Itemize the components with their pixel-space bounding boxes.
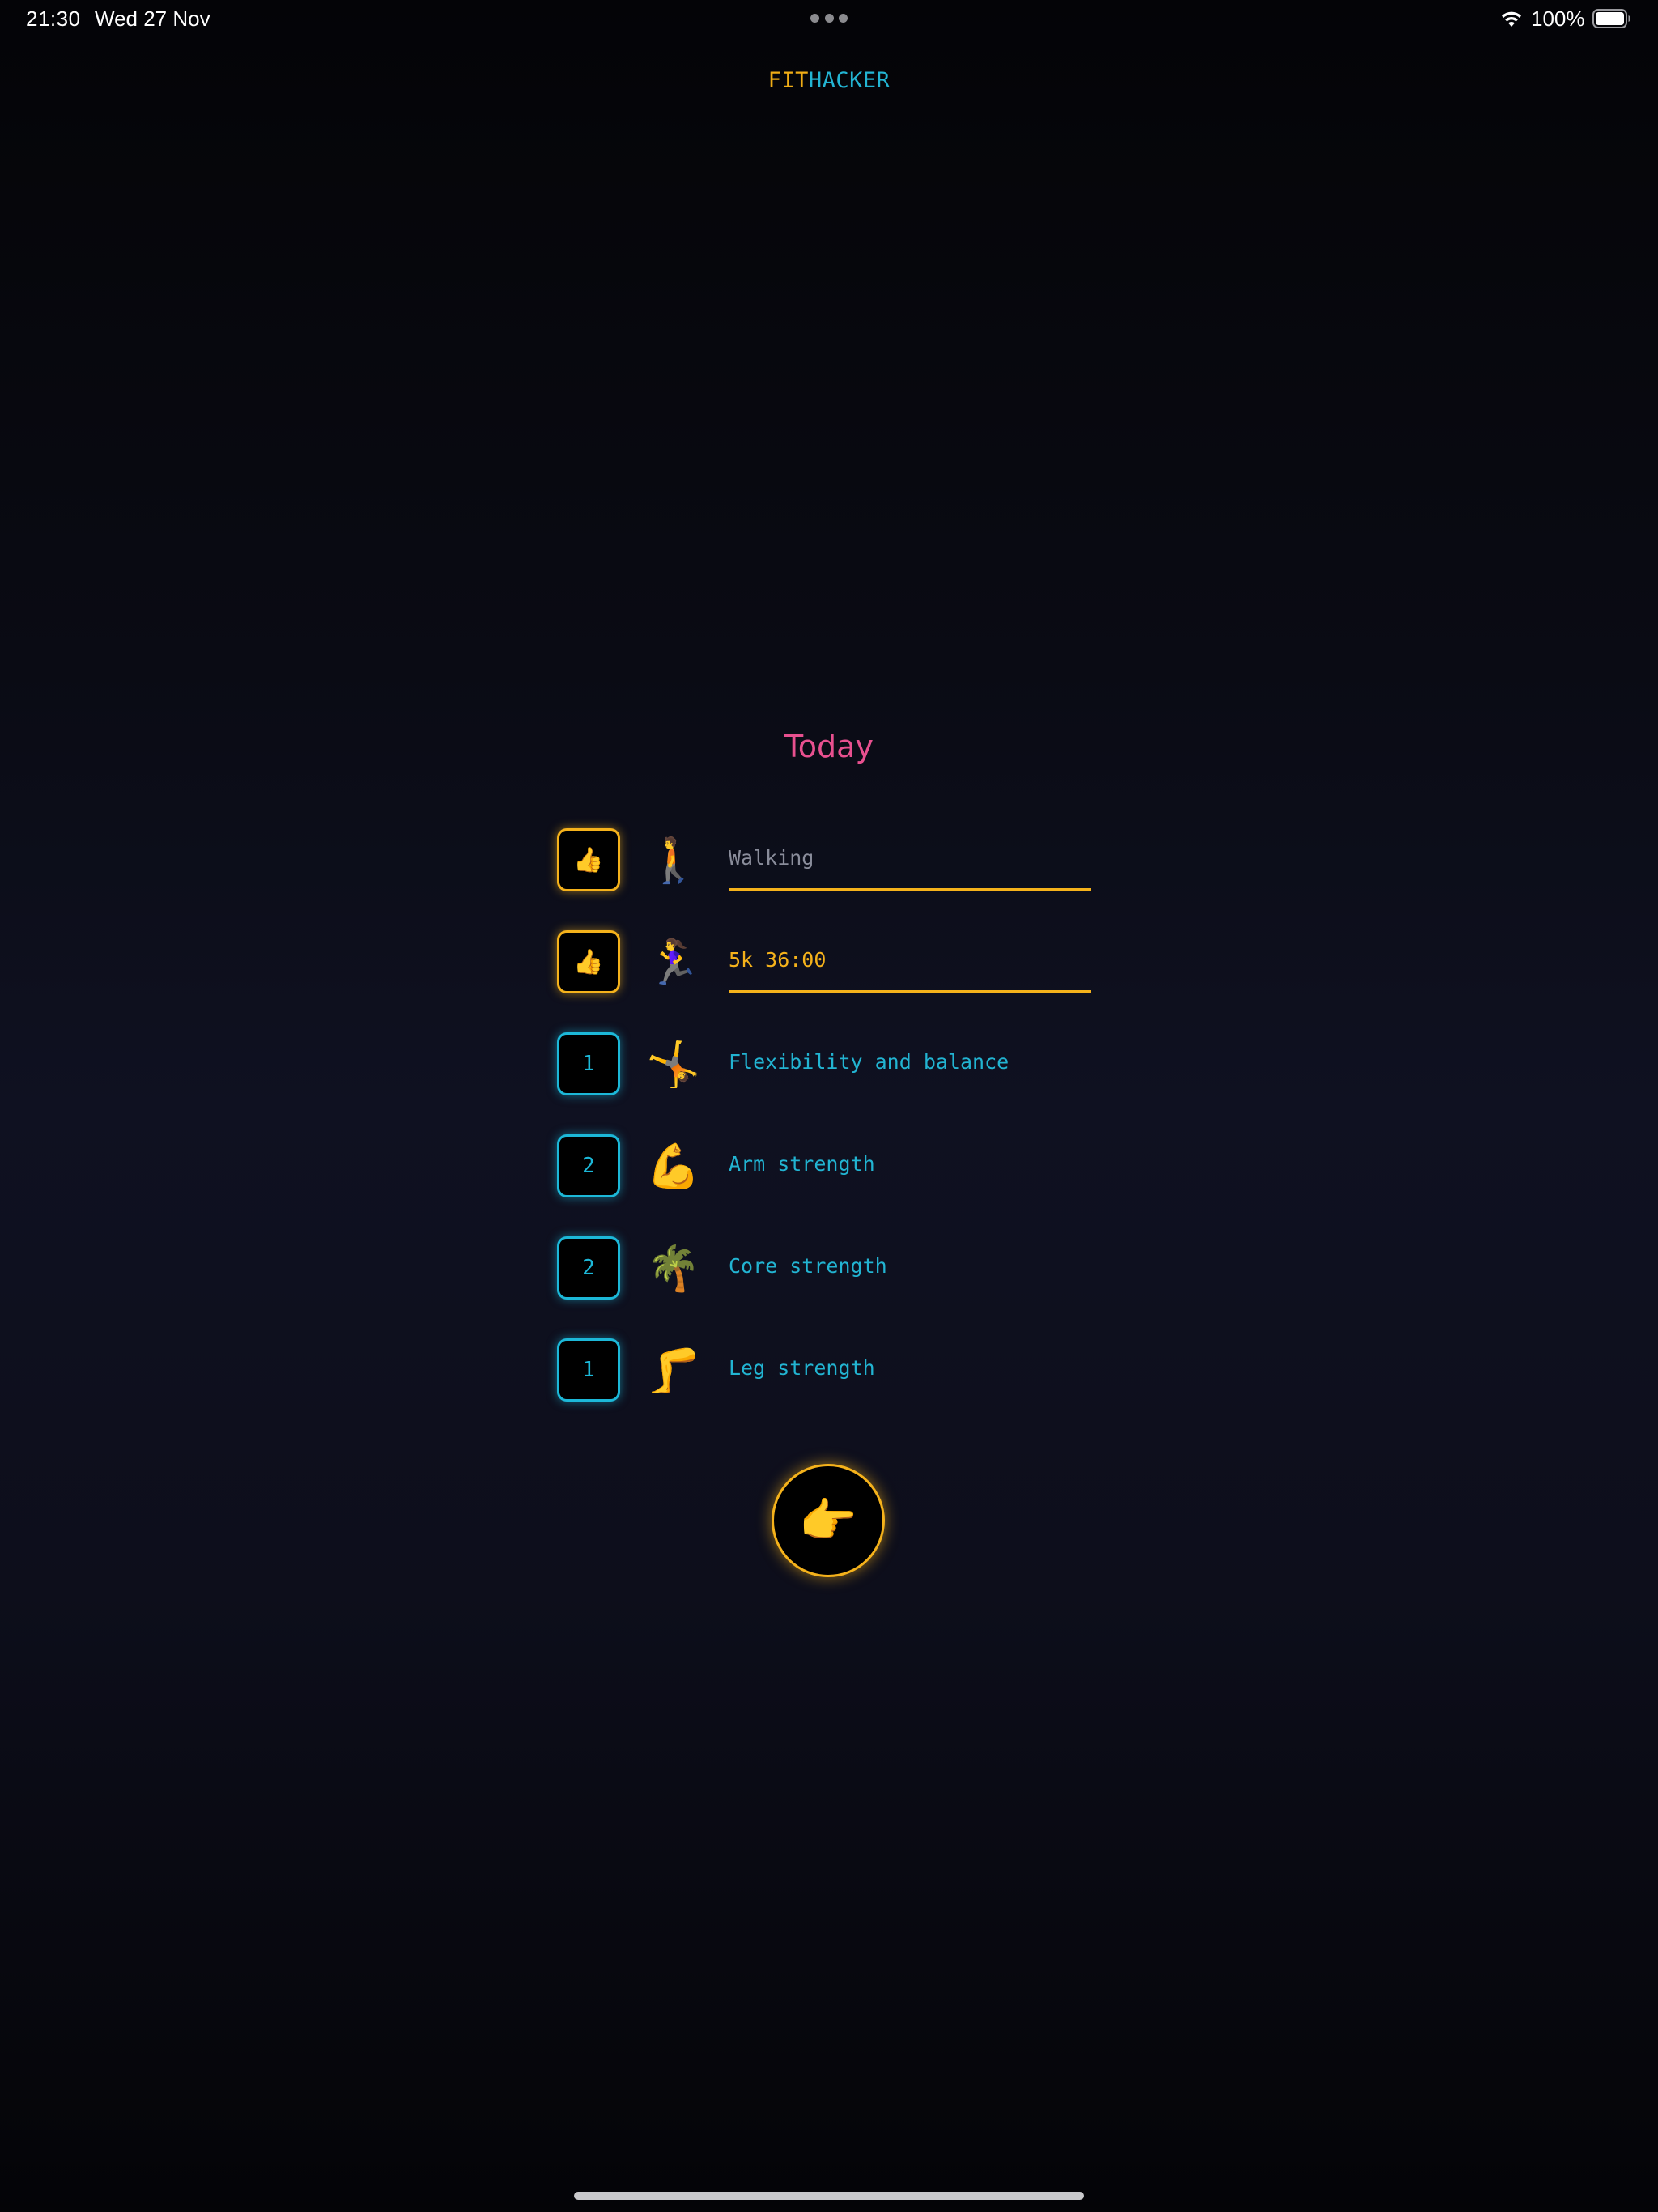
done-toggle-button[interactable]: 👍 — [557, 828, 620, 891]
running-input-value: 5k 36:00 — [729, 948, 827, 972]
activity-label[interactable]: Core strength — [729, 1254, 887, 1278]
status-time: 21:30 — [26, 6, 81, 31]
thumbs-up-icon: 👍 — [573, 845, 604, 874]
walking-person-icon: 🚶 — [646, 835, 701, 886]
multitasking-dots-icon[interactable] — [810, 14, 848, 23]
thumbs-up-icon: 👍 — [573, 947, 604, 976]
pointing-right-icon: 👉 — [798, 1492, 858, 1548]
activity-row-core-strength: 2 🌴 Core strength — [557, 1236, 1091, 1304]
wifi-icon — [1502, 11, 1521, 27]
cartwheel-icon: 🤸 — [646, 1039, 701, 1090]
status-bar: 21:30 Wed 27 Nov 100% — [0, 0, 1658, 39]
running-input[interactable]: 5k 36:00 — [729, 930, 1091, 993]
leg-icon: 🦵 — [646, 1345, 701, 1396]
count-button[interactable]: 1 — [557, 1338, 620, 1402]
home-indicator[interactable] — [574, 2192, 1084, 2200]
activity-label[interactable]: Flexibility and balance — [729, 1050, 1009, 1074]
app-brand: FITHACKER — [0, 68, 1658, 93]
walking-input-placeholder: Walking — [729, 846, 814, 870]
brand-fit: FIT — [767, 68, 809, 93]
activity-row-arm-strength: 2 💪 Arm strength — [557, 1134, 1091, 1202]
battery-percent: 100% — [1531, 6, 1585, 31]
walking-input[interactable]: Walking — [729, 828, 1091, 891]
activity-row-walking: 👍 🚶 Walking — [557, 828, 1091, 896]
activity-label[interactable]: Leg strength — [729, 1356, 875, 1380]
palm-tree-icon: 🌴 — [646, 1243, 701, 1294]
done-toggle-button[interactable]: 👍 — [557, 930, 620, 993]
flexed-biceps-icon: 💪 — [646, 1141, 701, 1192]
activity-label[interactable]: Arm strength — [729, 1152, 875, 1176]
activity-row-flexibility: 1 🤸 Flexibility and balance — [557, 1032, 1091, 1100]
activity-row-running: 👍 🏃‍♀️ 5k 36:00 — [557, 930, 1091, 998]
page-title: Today — [784, 729, 874, 764]
activity-row-leg-strength: 1 🦵 Leg strength — [557, 1338, 1091, 1406]
brand-hacker: HACKER — [808, 68, 891, 93]
count-button[interactable]: 1 — [557, 1032, 620, 1095]
count-button[interactable]: 2 — [557, 1134, 620, 1197]
count-button[interactable]: 2 — [557, 1236, 620, 1300]
running-person-icon: 🏃‍♀️ — [646, 937, 701, 988]
status-date: Wed 27 Nov — [95, 6, 210, 31]
battery-icon — [1592, 9, 1630, 28]
next-button[interactable]: 👉 — [772, 1464, 885, 1577]
